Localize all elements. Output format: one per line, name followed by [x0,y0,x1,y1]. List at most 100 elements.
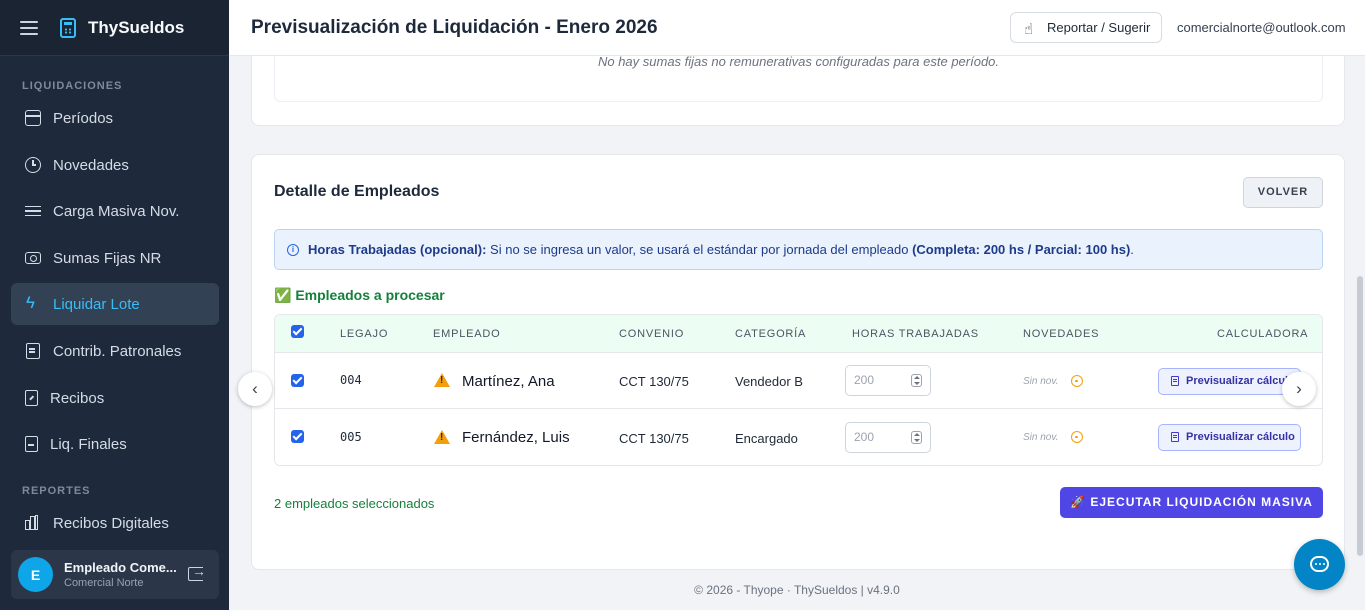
employee-detail-card: Detalle de Empleados VOLVER i Horas Trab… [238,154,1345,570]
legajo-cell: 004 [340,373,362,387]
footer: © 2026 - Thyope · ThySueldos | v4.9.0 [694,583,900,597]
user-panel: E Empleado Come... Comercial Norte [11,550,219,599]
preview-calculation-button[interactable]: Previsualizar cálculo [1158,424,1301,451]
convenio-cell: CCT 130/75 [619,431,689,446]
sidebar-item-sumas-fijas[interactable]: Sumas Fijas NR [11,237,219,279]
employees-table: LEGAJO EMPLEADO CONVENIO CATEGORÍA HORAS… [274,314,1323,466]
column-header: CALCULADORA [1217,328,1309,340]
chat-button[interactable] [1294,539,1345,590]
warning-icon [434,430,450,444]
section-reportes: REPORTES [22,485,91,497]
sidebar-item-recibos-digitales[interactable]: Recibos Digitales [11,502,219,544]
document-icon [25,436,38,452]
info-icon: i [287,244,299,256]
table-icon [25,206,41,216]
hours-input[interactable]: 200 [845,365,931,396]
top-bar: Previsualización de Liquidación - Enero … [229,0,1365,56]
sidebar-item-liq-finales[interactable]: Liq. Finales [11,423,219,465]
hours-placeholder: 200 [854,373,875,387]
table-header: LEGAJO EMPLEADO CONVENIO CATEGORÍA HORAS… [275,315,1322,353]
hours-input[interactable]: 200 [845,422,931,453]
sidebar-item-recibos[interactable]: Recibos [11,377,219,419]
section-title: Detalle de Empleados [274,183,440,200]
sidebar-item-periodos[interactable]: Períodos [11,97,219,139]
brand-name: ThySueldos [88,17,185,37]
row-checkbox[interactable] [291,430,304,443]
sidebar-item-label: Recibos Digitales [53,514,169,532]
bank-icon [25,343,41,359]
column-header: EMPLEADO [433,328,501,340]
logout-icon[interactable] [188,563,206,581]
legajo-cell: 005 [340,430,362,444]
convenio-cell: CCT 130/75 [619,374,689,389]
sidebar-item-label: Liq. Finales [50,435,127,453]
scroll-right-arrow-icon[interactable]: › [1282,372,1316,406]
sidebar-item-label: Carga Masiva Nov. [53,202,180,220]
back-button[interactable]: VOLVER [1243,177,1323,208]
sumas-fijas-card: No hay sumas fijas no remunerativas conf… [251,55,1345,126]
sidebar-item-label: Sumas Fijas NR [53,249,162,267]
report-suggest-label: Reportar / Sugerir [1047,20,1151,35]
info-alert: i Horas Trabajadas (opcional): Si no se … [274,229,1323,270]
calculator-logo-icon [60,17,76,38]
sidebar-item-label: Novedades [53,156,129,174]
employees-to-process-title: ✅ Empleados a procesar [274,287,445,303]
sidebar-item-label: Liquidar Lote [53,295,140,313]
user-email: comercialnorte@outlook.com [1177,20,1346,35]
calendar-icon [25,110,41,126]
chat-bubble-icon [1310,556,1329,572]
user-name: Empleado Come... [64,560,177,575]
section-liquidaciones: LIQUIDACIONES [22,80,123,92]
hours-placeholder: 200 [854,430,875,444]
categoria-cell: Vendedor B [735,374,803,389]
empty-state-box: No hay sumas fijas no remunerativas conf… [274,55,1323,102]
column-header: CONVENIO [619,328,685,340]
add-novedad-icon[interactable] [1071,431,1083,443]
clock-icon [25,157,41,173]
novedades-status: Sin nov. [1023,376,1059,387]
spinner-icon[interactable] [911,374,922,387]
report-suggest-button[interactable]: ☝ Reportar / Sugerir [1010,12,1162,43]
select-all-checkbox[interactable] [291,325,304,338]
hamburger-menu-icon[interactable] [20,20,38,35]
sidebar-header: ThySueldos [0,0,229,56]
hand-icon: ☝ [1024,21,1034,38]
column-header: LEGAJO [340,328,389,340]
employee-name: Fernández, Luis [462,429,570,446]
column-header: CATEGORÍA [735,328,807,340]
spinner-icon[interactable] [911,431,922,444]
categoria-cell: Encargado [735,431,798,446]
receipt-icon [25,390,38,406]
sidebar: ThySueldos LIQUIDACIONES Períodos Noveda… [0,0,229,610]
sidebar-item-label: Contrib. Patronales [53,342,182,360]
sidebar-item-liquidar-lote[interactable]: Liquidar Lote [11,283,219,325]
preview-calculation-label: Previsualizar cálculo [1186,431,1295,443]
cash-icon [25,252,41,264]
selected-count: 2 empleados seleccionados [274,496,435,511]
row-checkbox[interactable] [291,374,304,387]
sidebar-item-contrib-patronales[interactable]: Contrib. Patronales [11,330,219,372]
employee-name: Martínez, Ana [462,373,555,390]
scroll-left-arrow-icon[interactable]: ‹ [238,372,272,406]
sidebar-item-novedades[interactable]: Novedades [11,144,219,186]
user-organization: Comercial Norte [64,577,144,589]
table-row: 005 Fernández, Luis CCT 130/75 Encargado… [275,410,1322,465]
calculator-doc-icon [1171,432,1179,442]
table-row: 004 Martínez, Ana CCT 130/75 Vendedor B … [275,353,1322,409]
warning-icon [434,373,450,387]
preview-calculation-label: Previsualizar cálculo [1186,375,1295,387]
scrollbar[interactable] [1357,276,1363,556]
info-text: Horas Trabajadas (opcional): Si no se in… [308,242,1134,257]
avatar: E [18,557,53,592]
column-header: HORAS TRABAJADAS [852,328,979,340]
preview-calculation-button[interactable]: Previsualizar cálculo [1158,368,1301,395]
execute-mass-liquidation-button[interactable]: 🚀 EJECUTAR LIQUIDACIÓN MASIVA [1060,487,1323,518]
sidebar-item-label: Períodos [53,109,114,127]
add-novedad-icon[interactable] [1071,375,1083,387]
sidebar-item-carga-masiva[interactable]: Carga Masiva Nov. [11,190,219,232]
column-header: NOVEDADES [1023,328,1100,340]
bolt-icon [25,293,41,313]
sidebar-item-label: Recibos [50,389,105,407]
novedades-status: Sin nov. [1023,432,1059,443]
page-title: Previsualización de Liquidación - Enero … [251,17,658,38]
